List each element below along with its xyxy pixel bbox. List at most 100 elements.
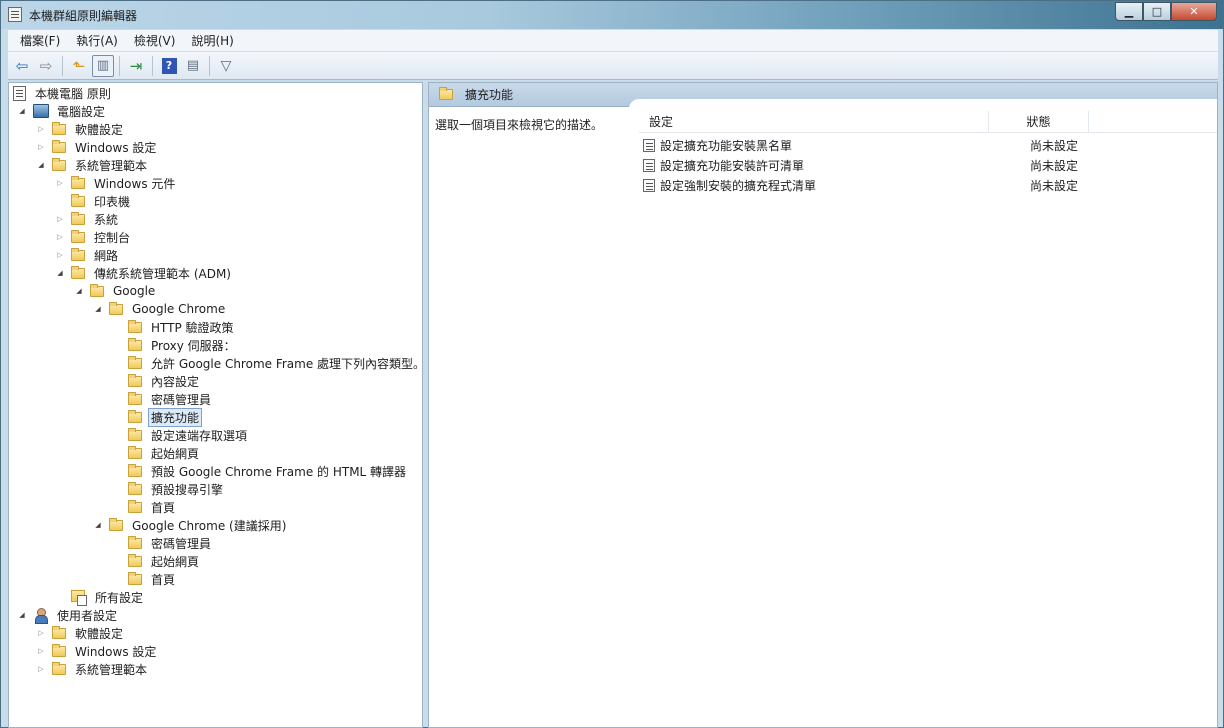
tree-item-recommended-policy[interactable]: 起始網頁 [112, 552, 202, 570]
folder-icon [128, 373, 142, 387]
tree-item-admin-templates[interactable]: ◢ 系統管理範本 [36, 156, 150, 174]
expanded-arrow-icon[interactable]: ◢ [93, 520, 103, 530]
tree-item-user-admin[interactable]: ▷ 系統管理範本 [36, 660, 150, 678]
tree-item-printers[interactable]: 印表機 [55, 192, 133, 210]
tree-item-chrome-policy[interactable]: Proxy 伺服器： [112, 336, 239, 354]
tree-item-user-windows[interactable]: ▷ Windows 設定 [36, 642, 159, 660]
toolbar-separator [119, 55, 120, 76]
column-setting[interactable]: 設定 [639, 111, 989, 132]
minimize-button[interactable]: ▁ [1115, 2, 1143, 21]
tree-item-chrome-policy[interactable]: 起始網頁 [112, 444, 202, 462]
toolbar-separator [152, 55, 153, 76]
folder-icon [71, 265, 85, 279]
menu-help[interactable]: 說明(H) [183, 32, 241, 49]
tree-item-recommended-policy[interactable]: 密碼管理員 [112, 534, 214, 552]
collapsed-arrow-icon[interactable]: ▷ [55, 214, 65, 224]
tree-item-chrome-policy[interactable]: 允許 Google Chrome Frame 處理下列內容類型。 [112, 354, 422, 372]
folder-icon [128, 481, 142, 495]
menu-file[interactable]: 檔案(F) [12, 32, 68, 49]
tree-pane[interactable]: 本機電腦 原則 ◢ 電腦設定 ▷ 軟體設定 ▷ Windows 設定 ◢ 系統管… [8, 82, 423, 728]
tree-item-chrome-policy[interactable]: 密碼管理員 [112, 390, 214, 408]
maximize-button[interactable]: □ [1143, 2, 1171, 21]
title-bar[interactable]: 本機群組原則編輯器 ▁ □ ✕ [1, 1, 1223, 29]
collapsed-arrow-icon[interactable]: ▷ [36, 646, 46, 656]
folder-icon [128, 427, 142, 441]
tree-item-chrome-policy[interactable]: 設定遠端存取選項 [112, 426, 250, 444]
menu-action[interactable]: 執行(A) [68, 32, 126, 49]
expanded-arrow-icon[interactable]: ◢ [93, 304, 103, 314]
folder-icon [128, 499, 142, 513]
tree-item-google-chrome-recommended[interactable]: ◢ Google Chrome (建議採用) [93, 516, 289, 534]
tree-item-network[interactable]: ▷ 網路 [55, 246, 121, 264]
folder-icon [90, 283, 104, 297]
collapsed-arrow-icon[interactable]: ▷ [36, 124, 46, 134]
expanded-arrow-icon[interactable]: ◢ [36, 160, 46, 170]
forward-button[interactable]: ⇨ [35, 55, 57, 77]
tree-item-software-settings[interactable]: ▷ 軟體設定 [36, 120, 126, 138]
tree-item-google[interactable]: ◢ Google [74, 282, 158, 300]
toolbar-separator [209, 55, 210, 76]
help-icon: ? [161, 57, 177, 74]
tree-item-chrome-policy[interactable]: 內容設定 [112, 372, 202, 390]
show-hide-tree-button[interactable]: ▥ [92, 54, 114, 77]
column-state[interactable]: 狀態 [989, 111, 1089, 132]
collapsed-arrow-icon[interactable]: ▷ [55, 178, 65, 188]
back-icon: ⇦ [15, 56, 29, 75]
tree-item-computer-config[interactable]: ◢ 電腦設定 [17, 102, 108, 120]
computer-icon [33, 104, 49, 118]
tree-item-user-config[interactable]: ◢ 使用者設定 [17, 606, 120, 624]
folder-icon [52, 625, 66, 639]
expanded-arrow-icon[interactable]: ◢ [17, 106, 27, 116]
tree-item-google-chrome[interactable]: ◢ Google Chrome [93, 300, 228, 318]
folder-icon [52, 643, 66, 657]
folder-icon [109, 301, 123, 315]
user-icon [33, 607, 49, 624]
collapsed-arrow-icon[interactable]: ▷ [55, 232, 65, 242]
collapsed-arrow-icon[interactable]: ▷ [36, 628, 46, 638]
policy-setting-icon [643, 138, 655, 152]
policy-setting-icon [643, 158, 655, 172]
tree-item-windows-settings[interactable]: ▷ Windows 設定 [36, 138, 159, 156]
tree-item-recommended-policy[interactable]: 首頁 [112, 570, 178, 588]
tree-item-system[interactable]: ▷ 系統 [55, 210, 121, 228]
tree-item-chrome-policy[interactable]: 預設搜尋引擎 [112, 480, 226, 498]
back-button[interactable]: ⇦ [11, 55, 33, 77]
filter-button[interactable]: ▽ [215, 55, 237, 77]
folder-icon [128, 319, 142, 333]
tree-item-chrome-policy[interactable]: HTTP 驗證政策 [112, 318, 237, 336]
expanded-arrow-icon[interactable]: ◢ [74, 286, 84, 296]
tree-item-chrome-policy[interactable]: 預設 Google Chrome Frame 的 HTML 轉譯器 [112, 462, 409, 480]
folder-icon [128, 463, 142, 477]
tree-item-control-panel[interactable]: ▷ 控制台 [55, 228, 133, 246]
tree-item-extensions-selected[interactable]: 擴充功能 [112, 407, 203, 427]
folder-icon [52, 157, 66, 171]
export-list-button[interactable]: ⇥ [125, 55, 147, 77]
expanded-arrow-icon[interactable]: ◢ [55, 268, 65, 278]
details-title: 擴充功能 [465, 88, 514, 102]
up-button[interactable]: ⬑ [68, 55, 90, 77]
tree-item-classic-adm[interactable]: ◢ 傳統系統管理範本 (ADM) [55, 264, 234, 282]
tree-item-local-policy[interactable]: 本機電腦 原則 [13, 84, 114, 102]
folder-icon [128, 355, 142, 369]
help-button[interactable]: ? [158, 55, 180, 77]
list-header: 設定 狀態 [639, 111, 1217, 133]
policy-row[interactable]: 設定擴充功能安裝許可清單 尚未設定 [643, 155, 1217, 175]
up-icon: ⬑ [72, 56, 86, 75]
policy-row[interactable]: 設定擴充功能安裝黑名單 尚未設定 [643, 135, 1217, 155]
view-button[interactable]: ▤ [182, 55, 204, 77]
app-icon [8, 7, 22, 22]
tree-item-chrome-policy[interactable]: 首頁 [112, 498, 178, 516]
tree-item-all-settings[interactable]: 所有設定 [55, 588, 146, 606]
menu-view[interactable]: 檢視(V) [126, 32, 184, 49]
expanded-arrow-icon[interactable]: ◢ [17, 610, 27, 620]
tree-item-user-software[interactable]: ▷ 軟體設定 [36, 624, 126, 642]
window-title: 本機群組原則編輯器 [29, 9, 138, 23]
folder-icon [128, 445, 142, 459]
close-button[interactable]: ✕ [1171, 2, 1217, 21]
collapsed-arrow-icon[interactable]: ▷ [55, 250, 65, 260]
tree-item-windows-components[interactable]: ▷ Windows 元件 [55, 174, 178, 192]
policy-row[interactable]: 設定強制安裝的擴充程式清單 尚未設定 [643, 175, 1217, 195]
collapsed-arrow-icon[interactable]: ▷ [36, 664, 46, 674]
collapsed-arrow-icon[interactable]: ▷ [36, 142, 46, 152]
show-hide-tree-icon: ▥ [96, 58, 110, 73]
